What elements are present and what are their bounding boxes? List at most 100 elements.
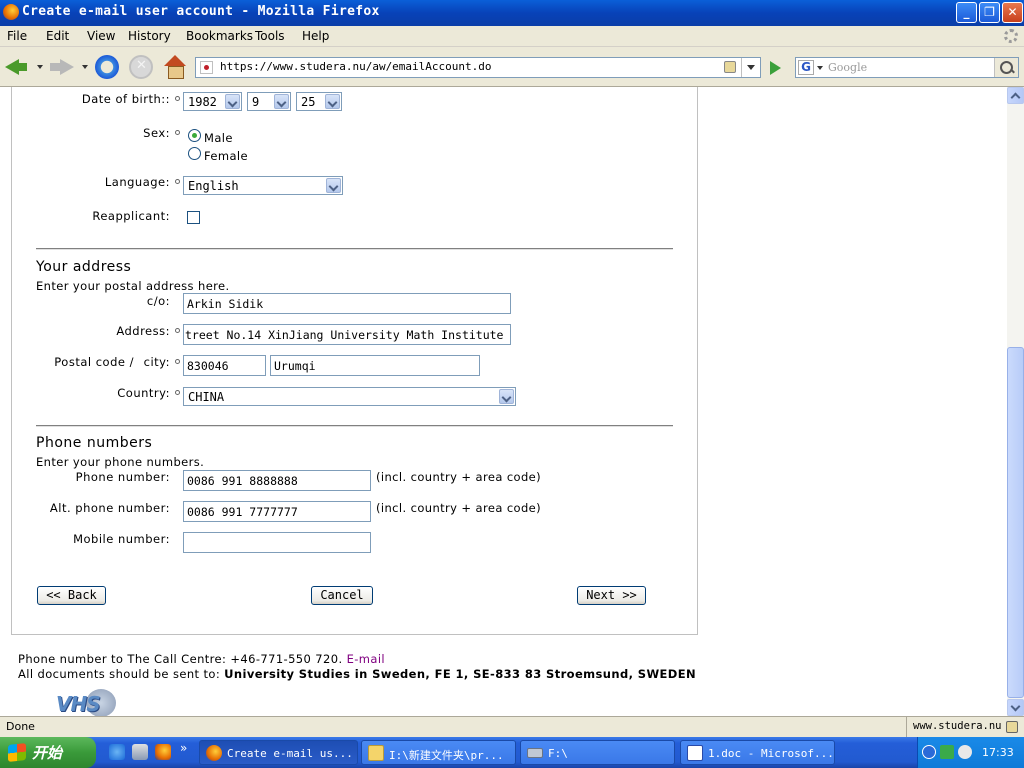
back-history-dropdown-icon[interactable] — [37, 65, 43, 69]
folder-icon — [368, 745, 384, 761]
url-history-dropdown-icon[interactable] — [741, 58, 760, 77]
address-field[interactable]: treet No.14 XinJiang University Math Ins… — [183, 324, 511, 345]
sex-male-radio[interactable] — [188, 129, 201, 142]
task-folder[interactable]: I:\新建文件夹\pr... — [361, 740, 516, 765]
sex-male-label[interactable]: Male — [204, 131, 233, 145]
phone-hint: (incl. country + area code) — [376, 470, 542, 484]
address-bar[interactable]: https://www.studera.nu/aw/emailAccount.d… — [195, 57, 761, 78]
explorer-icon[interactable] — [132, 744, 148, 760]
language-select[interactable]: English — [183, 176, 343, 195]
google-engine-icon[interactable]: G — [798, 60, 814, 75]
quicklaunch-more-icon[interactable]: » — [180, 741, 187, 755]
menu-bar: File Edit View History Bookmarks Tools H… — [0, 26, 1024, 47]
language-label: Language: — [104, 175, 170, 189]
vertical-scrollbar[interactable] — [1007, 87, 1024, 716]
dob-label: Date of birth:: — [81, 92, 170, 106]
footer-docs-address: University Studies in Sweden, FE 1, SE-8… — [224, 667, 697, 681]
firefox-icon[interactable] — [155, 744, 171, 760]
menu-tools[interactable]: Tools — [255, 29, 285, 43]
co-field[interactable]: Arkin Sidik — [183, 293, 511, 314]
co-label: c/o: — [146, 294, 170, 308]
status-text: Done — [6, 720, 35, 733]
alt-phone-hint: (incl. country + area code) — [376, 501, 542, 515]
footer-docs-text: All documents should be sent to: — [18, 667, 225, 681]
tray-collapse-icon[interactable] — [922, 745, 936, 759]
reapplicant-checkbox[interactable] — [187, 211, 200, 224]
search-input[interactable]: Google — [828, 61, 867, 74]
start-label: 开始 — [32, 744, 63, 762]
task-drive[interactable]: F:\ — [520, 740, 675, 765]
sex-female-radio[interactable] — [188, 147, 201, 160]
address-label: Address: — [116, 324, 170, 338]
stop-icon[interactable] — [129, 55, 153, 79]
address-intro: Enter your postal address here. — [36, 279, 230, 293]
country-select[interactable]: CHINA — [183, 387, 516, 406]
search-box[interactable]: G Google — [795, 57, 1019, 78]
phone-label: Phone number: — [75, 470, 170, 484]
volume-icon[interactable] — [958, 745, 972, 759]
padlock-icon[interactable] — [724, 61, 736, 73]
go-arrow-icon[interactable] — [765, 58, 785, 78]
input-method-icon[interactable] — [940, 745, 954, 759]
dob-year-select[interactable]: 1982 — [183, 92, 242, 111]
minimize-button[interactable]: _ — [956, 2, 977, 23]
close-button[interactable]: ✕ — [1002, 2, 1023, 23]
status-host: www.studera.nu — [906, 717, 1004, 737]
engine-dropdown-icon[interactable] — [817, 66, 823, 70]
logo-text: VHS — [56, 692, 101, 716]
task-firefox[interactable]: Create e-mail us... — [199, 740, 358, 765]
padlock-icon[interactable] — [1006, 721, 1018, 733]
status-bar: Done www.studera.nu — [0, 716, 1024, 737]
scroll-up-icon[interactable] — [1007, 87, 1024, 104]
postal-code-label: Postal code / — [54, 355, 134, 369]
clock[interactable]: 17:33 — [982, 746, 1014, 759]
back-button[interactable]: << Back — [37, 586, 106, 605]
chevron-down-icon — [499, 389, 514, 404]
chevron-down-icon — [274, 94, 289, 109]
required-marker-icon — [175, 390, 180, 395]
drive-icon — [527, 748, 543, 758]
ie-icon[interactable] — [109, 744, 125, 760]
alt-phone-label: Alt. phone number: — [49, 501, 170, 515]
phone-heading: Phone numbers — [36, 435, 153, 451]
windows-logo-icon — [8, 743, 26, 762]
menu-edit[interactable]: Edit — [46, 29, 69, 43]
mobile-field[interactable] — [183, 532, 371, 553]
email-link[interactable]: E-mail — [347, 652, 385, 666]
footer-phone-line: Phone number to The Call Centre: +46-771… — [18, 652, 385, 666]
restore-button[interactable]: ❐ — [979, 2, 1000, 23]
home-icon[interactable] — [163, 55, 187, 79]
window-titlebar[interactable]: Create e-mail user account - Mozilla Fir… — [0, 0, 1024, 26]
scroll-down-icon[interactable] — [1007, 699, 1024, 716]
dob-day-select[interactable]: 25 — [296, 92, 342, 111]
cancel-button[interactable]: Cancel — [311, 586, 373, 605]
forward-history-dropdown-icon[interactable] — [82, 65, 88, 69]
address-heading: Your address — [36, 259, 132, 275]
phone-field[interactable]: 0086 991 8888888 — [183, 470, 371, 491]
next-button[interactable]: Next >> — [577, 586, 646, 605]
menu-view[interactable]: View — [87, 29, 115, 43]
reapplicant-label: Reapplicant: — [92, 209, 170, 223]
url-text[interactable]: https://www.studera.nu/aw/emailAccount.d… — [220, 60, 492, 73]
required-marker-icon — [175, 130, 180, 135]
menu-bookmarks[interactable]: Bookmarks — [186, 29, 253, 43]
phone-intro: Enter your phone numbers. — [36, 455, 205, 469]
menu-file[interactable]: File — [7, 29, 27, 43]
forward-arrow-icon[interactable] — [50, 55, 74, 79]
chevron-down-icon — [225, 94, 240, 109]
sex-female-label[interactable]: Female — [204, 149, 248, 163]
back-arrow-icon[interactable] — [5, 55, 29, 79]
system-tray: 17:33 — [917, 737, 1024, 768]
task-word[interactable]: 1.doc - Microsof... — [680, 740, 835, 765]
postal-code-field[interactable]: 830046 — [183, 355, 266, 376]
start-button[interactable]: 开始 — [0, 737, 96, 768]
alt-phone-field[interactable]: 0086 991 7777777 — [183, 501, 371, 522]
vhs-logo: VHS — [56, 689, 118, 716]
scrollbar-thumb[interactable] — [1007, 347, 1024, 698]
city-field[interactable]: Urumqi — [270, 355, 480, 376]
dob-month-select[interactable]: 9 — [247, 92, 291, 111]
reload-icon[interactable] — [95, 55, 119, 79]
menu-help[interactable]: Help — [302, 29, 329, 43]
menu-history[interactable]: History — [128, 29, 171, 43]
search-icon[interactable] — [994, 58, 1018, 77]
